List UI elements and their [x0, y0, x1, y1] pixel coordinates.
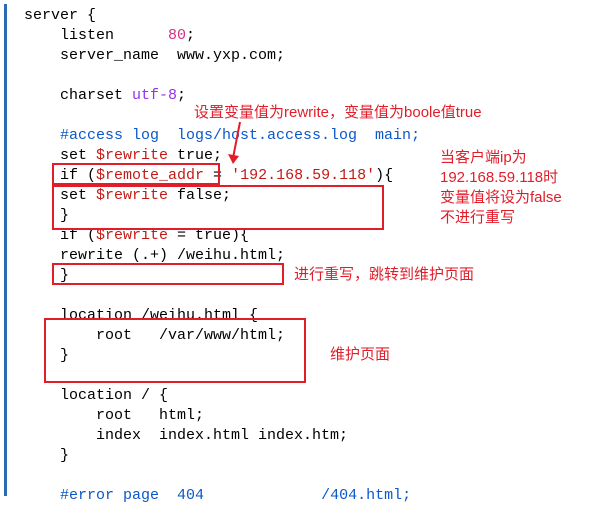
- highlight-box-set-true: [52, 163, 220, 185]
- code-line: set $rewrite true;: [24, 147, 222, 164]
- annotation-text: 进行重写，跳转到维护页面: [294, 265, 474, 285]
- code-line: root html;: [24, 407, 204, 424]
- code-line: charset utf-8;: [24, 87, 186, 104]
- code-line: index index.html index.htm;: [24, 427, 348, 444]
- code-line: server {: [24, 7, 96, 24]
- highlight-box-if-remote-addr: [52, 185, 384, 230]
- code-line: server_name www.yxp.com;: [24, 47, 285, 64]
- code-block: server { listen 80; server_name www.yxp.…: [24, 6, 420, 506]
- code-line: rewrite (.+) /weihu.html;: [24, 247, 285, 264]
- left-accent-bar: [4, 4, 7, 496]
- annotation-text: 维护页面: [330, 345, 390, 365]
- arrow-icon: [225, 120, 255, 170]
- annotation-text: 当客户端ip为 192.168.59.118时 变量值将设为false 不进行重…: [440, 148, 562, 228]
- highlight-box-rewrite: [52, 263, 284, 285]
- code-line: listen 80;: [24, 27, 195, 44]
- code-line: }: [24, 447, 69, 464]
- code-line: location / {: [24, 387, 168, 404]
- code-line: #error page 404 /404.html;: [24, 487, 411, 504]
- code-line: #access log logs/host.access.log main;: [24, 127, 420, 144]
- highlight-box-location-weihu: [44, 318, 306, 383]
